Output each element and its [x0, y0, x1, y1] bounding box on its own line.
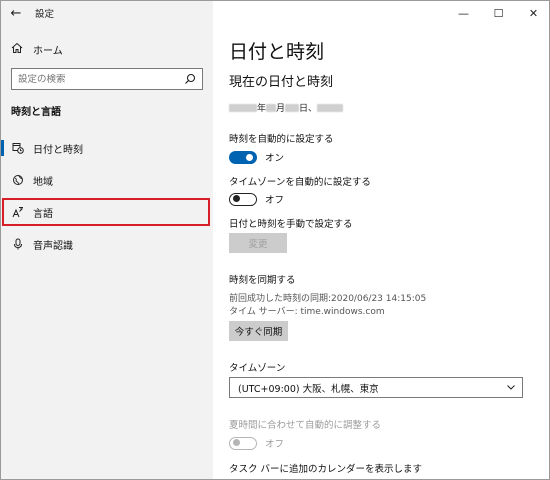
sidebar: ← 設定 ホーム 時刻と言語 日付と時刻: [1, 1, 213, 479]
page-title: 日付と時刻: [229, 41, 325, 63]
minimize-icon: —: [458, 6, 469, 20]
auto-timezone-toggle[interactable]: [229, 192, 257, 206]
microphone-icon: [11, 237, 25, 251]
close-icon: ✕: [528, 6, 539, 20]
minimize-button[interactable]: —: [446, 1, 481, 25]
calendar-clock-icon: [11, 141, 25, 155]
additional-calendar-label: タスク バーに追加のカレンダーを表示します: [229, 464, 423, 475]
auto-timezone-toggle-row: オフ: [229, 192, 284, 206]
dst-toggle-row: オフ: [229, 436, 284, 450]
titlebar: ← 設定: [1, 1, 213, 25]
auto-time-state: オン: [265, 153, 285, 164]
main-panel: — ☐ ✕ 日付と時刻 現在の日付と時刻 年 月 日、 時刻を自動的に設定する …: [213, 1, 549, 479]
search-icon: [184, 73, 196, 85]
close-button[interactable]: ✕: [516, 1, 549, 25]
globe-icon: [11, 173, 25, 187]
home-icon: [11, 42, 25, 57]
language-highlight-box: [2, 198, 210, 226]
current-datetime: 年 月 日、: [229, 101, 344, 114]
change-button[interactable]: 変更: [229, 233, 287, 253]
year-suffix: 年: [257, 104, 267, 114]
timezone-select[interactable]: (UTC+09:00) 大阪、札幌、東京: [229, 377, 523, 398]
app-title: 設定: [35, 9, 55, 20]
home-label: ホーム: [33, 45, 63, 57]
blurred-year: [229, 103, 257, 112]
dst-toggle[interactable]: [229, 436, 257, 450]
blurred-month: [266, 103, 277, 112]
maximize-button[interactable]: ☐: [481, 1, 516, 25]
settings-window: ← 設定 ホーム 時刻と言語 日付と時刻: [0, 0, 550, 480]
section-title: 時刻と言語: [11, 107, 61, 118]
auto-timezone-state: オフ: [265, 195, 285, 206]
auto-time-toggle-row: オン: [229, 150, 284, 164]
sidebar-item-date-time[interactable]: 日付と時刻: [1, 135, 213, 161]
auto-time-toggle[interactable]: [229, 150, 257, 164]
back-button[interactable]: ←: [1, 1, 31, 25]
back-arrow-icon: ←: [10, 5, 22, 21]
home-link[interactable]: ホーム: [1, 38, 213, 60]
chevron-down-icon: [506, 382, 516, 395]
dst-label: 夏時間に合わせて自動的に調整する: [229, 420, 382, 431]
timezone-label: タイムゾーン: [229, 363, 286, 374]
sync-now-button[interactable]: 今すぐ同期: [229, 321, 288, 341]
day-suffix: 日、: [299, 104, 318, 114]
auto-time-label: 時刻を自動的に設定する: [229, 134, 334, 145]
time-server-text: タイム サーバー: time.windows.com: [229, 307, 385, 317]
dst-state: オフ: [265, 439, 285, 450]
blurred-day: [285, 103, 300, 112]
manual-set-label: 日付と時刻を手動で設定する: [229, 219, 353, 230]
current-datetime-heading: 現在の日付と時刻: [229, 75, 334, 90]
sidebar-item-label: 地域: [33, 176, 53, 188]
sidebar-item-region[interactable]: 地域: [1, 167, 213, 193]
sidebar-item-label: 音声認識: [33, 240, 73, 252]
sidebar-item-speech[interactable]: 音声認識: [1, 231, 213, 257]
last-sync-text: 前回成功した時刻の同期:2020/06/23 14:15:05: [229, 294, 427, 304]
sidebar-item-label: 日付と時刻: [33, 144, 83, 156]
blurred-time: [317, 103, 344, 112]
search-box[interactable]: [11, 68, 203, 90]
timezone-value: (UTC+09:00) 大阪、札幌、東京: [238, 383, 379, 395]
month-suffix: 月: [276, 104, 286, 114]
maximize-icon: ☐: [493, 6, 504, 20]
auto-timezone-label: タイムゾーンを自動的に設定する: [229, 177, 371, 188]
window-controls: — ☐ ✕: [446, 1, 549, 25]
search-input[interactable]: [18, 73, 184, 85]
sync-heading: 時刻を同期する: [229, 275, 296, 286]
